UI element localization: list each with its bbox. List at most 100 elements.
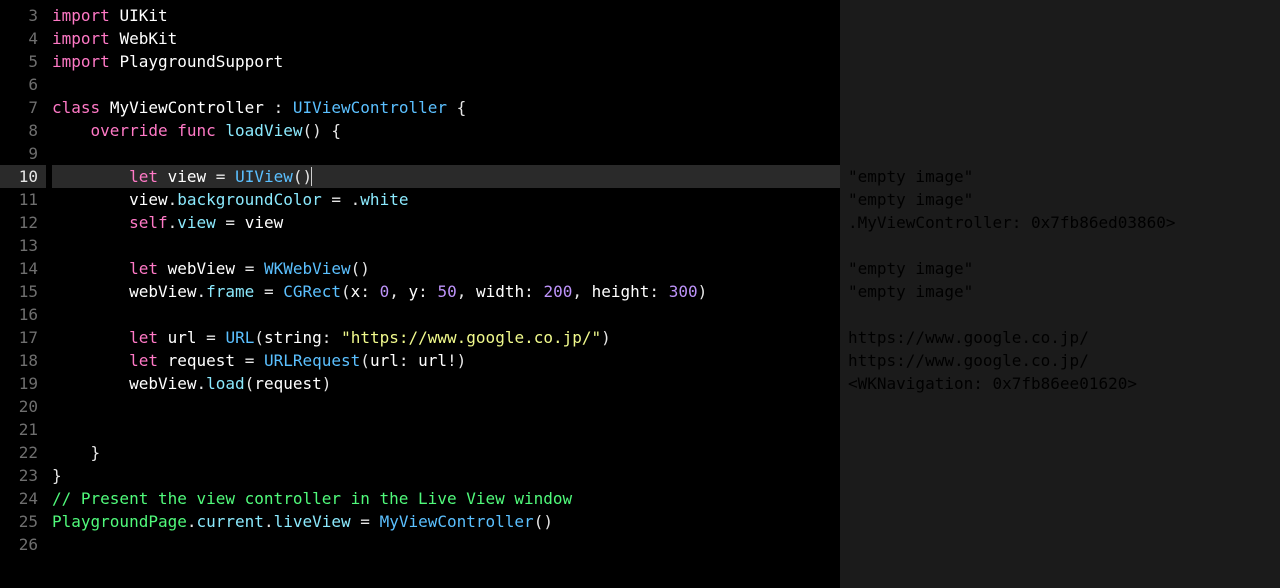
code-token: PlaygroundPage — [52, 512, 187, 531]
code-line[interactable]: override func loadView() { — [52, 119, 840, 142]
code-line[interactable]: webView.load(request) — [52, 372, 840, 395]
code-token: view — [245, 213, 284, 232]
line-number: 8 — [0, 119, 46, 142]
code-token: : — [322, 328, 332, 347]
line-number-label: 16 — [0, 303, 38, 326]
code-line[interactable] — [52, 418, 840, 441]
code-token: = — [225, 213, 235, 232]
code-token: webView — [129, 282, 196, 301]
code-token — [351, 512, 361, 531]
code-editor[interactable]: 3456789101112131415161718192021222324252… — [0, 0, 840, 588]
code-line[interactable] — [52, 303, 840, 326]
line-number: 22 — [0, 441, 46, 464]
code-token: : — [649, 282, 659, 301]
code-token — [52, 167, 129, 186]
code-token — [158, 259, 168, 278]
code-token: } — [91, 443, 101, 462]
line-number-label: 17 — [0, 326, 38, 349]
code-token: request — [168, 351, 235, 370]
code-area[interactable]: import UIKitimport WebKitimport Playgrou… — [52, 0, 840, 588]
code-token: request — [254, 374, 321, 393]
code-token — [52, 328, 129, 347]
line-number-label: 19 — [0, 372, 38, 395]
code-token: . — [187, 512, 197, 531]
code-line[interactable]: let view = UIView() — [52, 165, 840, 188]
line-number-label: 8 — [0, 119, 38, 142]
code-token: ( — [245, 374, 255, 393]
code-token: WebKit — [119, 29, 177, 48]
code-line[interactable]: } — [52, 441, 840, 464]
code-line[interactable] — [52, 73, 840, 96]
code-token: ) — [322, 374, 332, 393]
code-line[interactable]: import WebKit — [52, 27, 840, 50]
line-number: 11 — [0, 188, 46, 211]
code-token: !) — [447, 351, 466, 370]
code-token — [428, 282, 438, 301]
code-token: = — [245, 259, 255, 278]
code-token — [52, 121, 91, 140]
line-number: 24 — [0, 487, 46, 510]
code-line[interactable]: view.backgroundColor = .white — [52, 188, 840, 211]
code-token: string — [264, 328, 322, 347]
code-line[interactable]: let webView = WKWebView() — [52, 257, 840, 280]
code-token — [254, 351, 264, 370]
line-number: 4 — [0, 27, 46, 50]
code-token — [197, 328, 207, 347]
code-token: import — [52, 6, 110, 25]
code-token — [158, 328, 168, 347]
code-token — [216, 213, 226, 232]
line-number-label: 12 — [0, 211, 38, 234]
code-token: white — [360, 190, 408, 209]
code-token: 300 — [669, 282, 698, 301]
code-token — [235, 213, 245, 232]
code-token: : — [524, 282, 534, 301]
code-line[interactable]: // Present the view controller in the Li… — [52, 487, 840, 510]
code-token — [264, 98, 274, 117]
code-token: = — [331, 190, 341, 209]
code-line[interactable]: } — [52, 464, 840, 487]
code-token — [52, 374, 129, 393]
code-token: view — [129, 190, 168, 209]
code-line[interactable] — [52, 234, 840, 257]
code-line[interactable] — [52, 142, 840, 165]
code-token — [158, 167, 168, 186]
code-token — [235, 351, 245, 370]
line-number-gutter: 3456789101112131415161718192021222324252… — [0, 0, 46, 588]
line-number: 7 — [0, 96, 46, 119]
code-token: , — [572, 282, 582, 301]
code-line[interactable]: self.view = view — [52, 211, 840, 234]
code-line[interactable]: class MyViewController : UIViewControlle… — [52, 96, 840, 119]
line-number-label: 10 — [0, 165, 38, 188]
code-line[interactable] — [52, 533, 840, 556]
line-number-label: 9 — [0, 142, 38, 165]
code-line[interactable]: PlaygroundPage.current.liveView = MyView… — [52, 510, 840, 533]
code-token — [52, 282, 129, 301]
line-number: 5 — [0, 50, 46, 73]
code-token: MyViewController — [110, 98, 264, 117]
line-number-label: 26 — [0, 533, 38, 556]
code-line[interactable]: import UIKit — [52, 4, 840, 27]
code-token: } — [52, 466, 62, 485]
line-number-label: 14 — [0, 257, 38, 280]
code-token: () — [534, 512, 553, 531]
code-token — [283, 98, 293, 117]
code-token: = — [360, 512, 370, 531]
line-number-label: 13 — [0, 234, 38, 257]
code-line[interactable]: let url = URL(string: "https://www.googl… — [52, 326, 840, 349]
code-line[interactable]: webView.frame = CGRect(x: 0, y: 50, widt… — [52, 280, 840, 303]
line-number: 16 — [0, 303, 46, 326]
code-token: ) — [601, 328, 611, 347]
code-line[interactable]: let request = URLRequest(url: url!) — [52, 349, 840, 372]
code-token: url — [168, 328, 197, 347]
code-token — [399, 282, 409, 301]
code-line[interactable] — [52, 395, 840, 418]
code-line[interactable]: import PlaygroundSupport — [52, 50, 840, 73]
code-token: 200 — [543, 282, 572, 301]
code-token — [370, 282, 380, 301]
code-token: () — [293, 167, 312, 186]
code-token — [216, 121, 226, 140]
code-token — [216, 328, 226, 347]
code-token: URL — [225, 328, 254, 347]
code-token: . — [197, 282, 207, 301]
code-token: // Present the view controller in the Li… — [52, 489, 572, 508]
